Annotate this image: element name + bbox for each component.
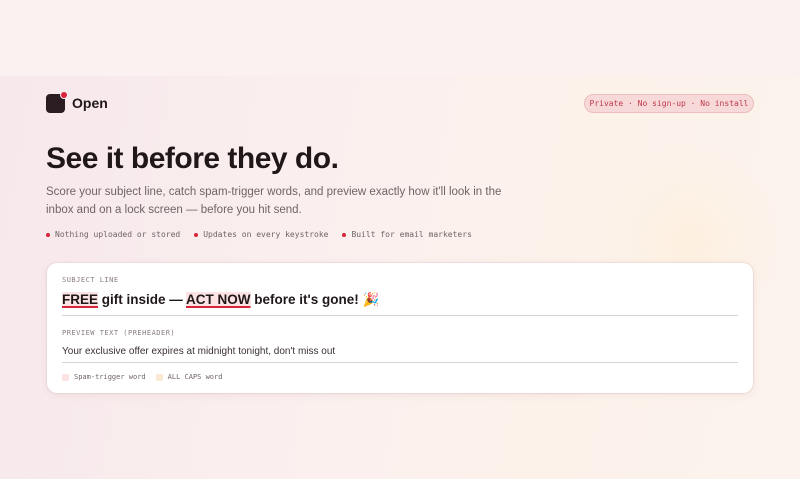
highlight-legend: Spam-trigger word ALL CAPS word [62, 373, 222, 381]
feature-item: Built for email marketers [342, 230, 472, 239]
bullet-dot-icon [342, 232, 347, 237]
brand-dot-icon [60, 90, 68, 99]
subject-line-input[interactable]: FREE gift inside — ACT NOW before it's g… [62, 292, 738, 316]
subject-text: before it's gone! 🎉 [250, 292, 380, 307]
preview-text-label: PREVIEW TEXT (PREHEADER) [62, 329, 176, 337]
preview-text-input[interactable]: Your exclusive offer expires at midnight… [62, 346, 738, 363]
privacy-badge: Private · No sign-up · No install [584, 94, 754, 113]
page-title: See it before they do. [46, 142, 339, 175]
feature-item: Updates on every keystroke [194, 230, 328, 239]
editor-card: SUBJECT LINE FREE gift inside — ACT NOW … [47, 263, 753, 393]
spam-swatch-icon [62, 373, 69, 381]
spam-word-highlight: FREE [62, 292, 99, 307]
subject-line-label: SUBJECT LINE [62, 276, 119, 284]
brand-name: Open [72, 95, 108, 111]
spam-word-highlight: ACT NOW [186, 292, 251, 307]
feature-item: Nothing uploaded or stored [46, 230, 180, 239]
feature-label: Updates on every keystroke [203, 230, 329, 239]
top-band [0, 0, 800, 76]
caps-swatch-icon [155, 373, 163, 381]
bullet-dot-icon [194, 232, 199, 237]
feature-label: Built for email marketers [351, 230, 472, 239]
feature-list: Nothing uploaded or stored Updates on ev… [46, 230, 472, 239]
legend-label: ALL CAPS word [167, 373, 223, 381]
legend-item-caps: ALL CAPS word [155, 373, 223, 381]
legend-label: Spam-trigger word [74, 373, 146, 381]
brand-mark-icon [46, 90, 68, 113]
feature-label: Nothing uploaded or stored [55, 230, 181, 239]
legend-item-spam: Spam-trigger word [62, 373, 146, 381]
subject-text: gift inside — [98, 292, 187, 307]
brand-logo[interactable]: Open [46, 90, 108, 113]
bullet-dot-icon [46, 232, 50, 237]
page-subtitle: Score your subject line, catch spam-trig… [46, 186, 502, 216]
